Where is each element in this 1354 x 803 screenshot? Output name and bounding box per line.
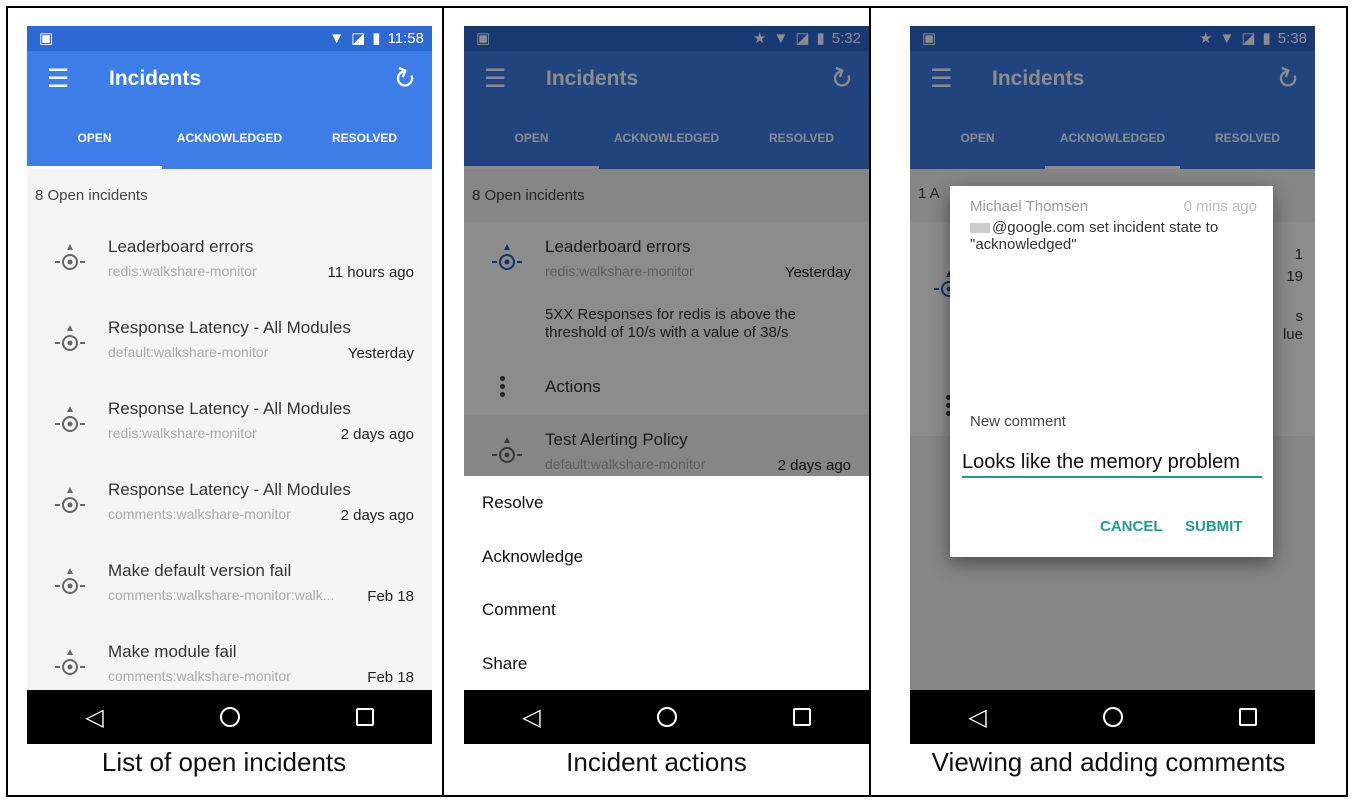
new-comment-input[interactable]: [962, 448, 1262, 478]
incident-row[interactable]: Response Latency - All Modules redis:wal…: [27, 384, 432, 466]
share-action[interactable]: Share: [464, 637, 869, 691]
incident-time: 2 days ago: [340, 426, 414, 443]
incident-title: Response Latency - All Modules: [108, 318, 351, 337]
incident-time: 11 hours ago: [327, 264, 414, 281]
incident-time: 2 days ago: [340, 507, 414, 524]
incident-target-icon: [55, 649, 85, 675]
recents-icon[interactable]: [345, 697, 385, 737]
app-toolbar: ☰ Incidents ↻: [27, 51, 432, 107]
phone-incident-actions: ▣ ★ ▼ ◪ ▮ 5:32 ☰ Incidents ↻ OPEN ACKNOW…: [464, 26, 869, 744]
back-icon[interactable]: ◁: [958, 697, 998, 737]
phone-comments: ▣ ★ ▼ ◪ ▮ 5:38 ☰ Incidents ↻ OPEN ACKNOW…: [910, 26, 1315, 744]
incident-title: Make module fail: [108, 642, 237, 661]
nav-bar: ◁: [910, 690, 1315, 744]
phone-open-incidents: ▣ ▼ ◪ ▮ 11:58 ☰ Incidents ↻ OPEN ACKNOWL…: [27, 26, 432, 744]
recents-icon[interactable]: [1228, 697, 1268, 737]
battery-icon: ▮: [372, 30, 381, 47]
resolve-action[interactable]: Resolve: [464, 476, 869, 530]
comment-author: Michael Thomsen: [970, 198, 1089, 215]
status-bar: ▣ ▼ ◪ ▮ 11:58: [27, 26, 432, 51]
incident-row[interactable]: Leaderboard errors redis:walkshare-monit…: [27, 222, 432, 304]
back-icon[interactable]: ◁: [512, 697, 552, 737]
comment-time: 0 mins ago: [1183, 198, 1257, 215]
comment-action[interactable]: Comment: [464, 583, 869, 637]
home-icon[interactable]: [210, 697, 250, 737]
incident-target-icon: [55, 406, 85, 432]
incident-title: Response Latency - All Modules: [108, 480, 351, 499]
comment-body: @google.com set incident state to "ackno…: [970, 219, 1255, 253]
tab-acknowledged[interactable]: ACKNOWLEDGED: [162, 107, 297, 169]
nav-bar: ◁: [27, 690, 432, 744]
incident-source: comments:walkshare-monitor: [108, 668, 291, 684]
panel-divider: [869, 6, 871, 797]
panel-divider: [442, 6, 444, 797]
home-icon[interactable]: [1093, 697, 1133, 737]
incident-time: Yesterday: [347, 345, 414, 362]
incident-target-icon: [55, 487, 85, 513]
incident-row[interactable]: Response Latency - All Modules default:w…: [27, 303, 432, 385]
incident-title: Make default version fail: [108, 561, 292, 580]
comments-dialog: Michael Thomsen 0 mins ago @google.com s…: [950, 186, 1273, 557]
incident-target-icon: [55, 325, 85, 351]
comment-text-line: "acknowledged": [970, 236, 1077, 253]
incident-source: comments:walkshare-monitor:walk...: [108, 587, 335, 603]
incident-title: Leaderboard errors: [108, 237, 254, 256]
caption: Incident actions: [566, 747, 747, 777]
refresh-icon[interactable]: ↻: [389, 61, 421, 97]
actions-bottom-sheet: Resolve Acknowledge Comment Share: [464, 476, 869, 690]
status-time: 11:58: [387, 30, 424, 47]
incident-time: Feb 18: [367, 669, 414, 686]
incident-source: redis:walkshare-monitor: [108, 263, 257, 279]
incident-row[interactable]: Response Latency - All Modules comments:…: [27, 465, 432, 547]
incident-target-icon: [55, 568, 85, 594]
incident-target-icon: [55, 244, 85, 270]
tab-bar: OPEN ACKNOWLEDGED RESOLVED: [27, 107, 432, 169]
submit-button[interactable]: SUBMIT: [1185, 518, 1243, 535]
image-notification-icon: ▣: [39, 30, 54, 47]
tab-open[interactable]: OPEN: [27, 107, 162, 169]
new-comment-label: New comment: [970, 413, 1066, 430]
incident-source: redis:walkshare-monitor: [108, 425, 257, 441]
cancel-button[interactable]: CANCEL: [1100, 518, 1163, 535]
redacted-email: [970, 223, 990, 234]
tab-resolved[interactable]: RESOLVED: [297, 107, 432, 169]
menu-icon[interactable]: ☰: [47, 67, 71, 92]
comment-text-line: @google.com set incident state to: [992, 219, 1219, 236]
incident-source: comments:walkshare-monitor: [108, 506, 291, 522]
incident-title: Response Latency - All Modules: [108, 399, 351, 418]
app-title: Incidents: [109, 67, 202, 90]
incident-source: default:walkshare-monitor: [108, 344, 269, 360]
back-icon[interactable]: ◁: [75, 697, 115, 737]
caption: Viewing and adding comments: [931, 747, 1286, 777]
home-icon[interactable]: [647, 697, 687, 737]
wifi-icon: ▼: [329, 30, 345, 47]
incident-row[interactable]: Make default version fail comments:walks…: [27, 546, 432, 628]
nav-bar: ◁: [464, 690, 869, 744]
no-signal-icon: ◪: [351, 30, 366, 47]
caption: List of open incidents: [101, 747, 347, 777]
acknowledge-action[interactable]: Acknowledge: [464, 530, 869, 584]
incident-time: Feb 18: [367, 588, 414, 605]
recents-icon[interactable]: [782, 697, 822, 737]
incident-count: 8 Open incidents: [35, 187, 148, 204]
